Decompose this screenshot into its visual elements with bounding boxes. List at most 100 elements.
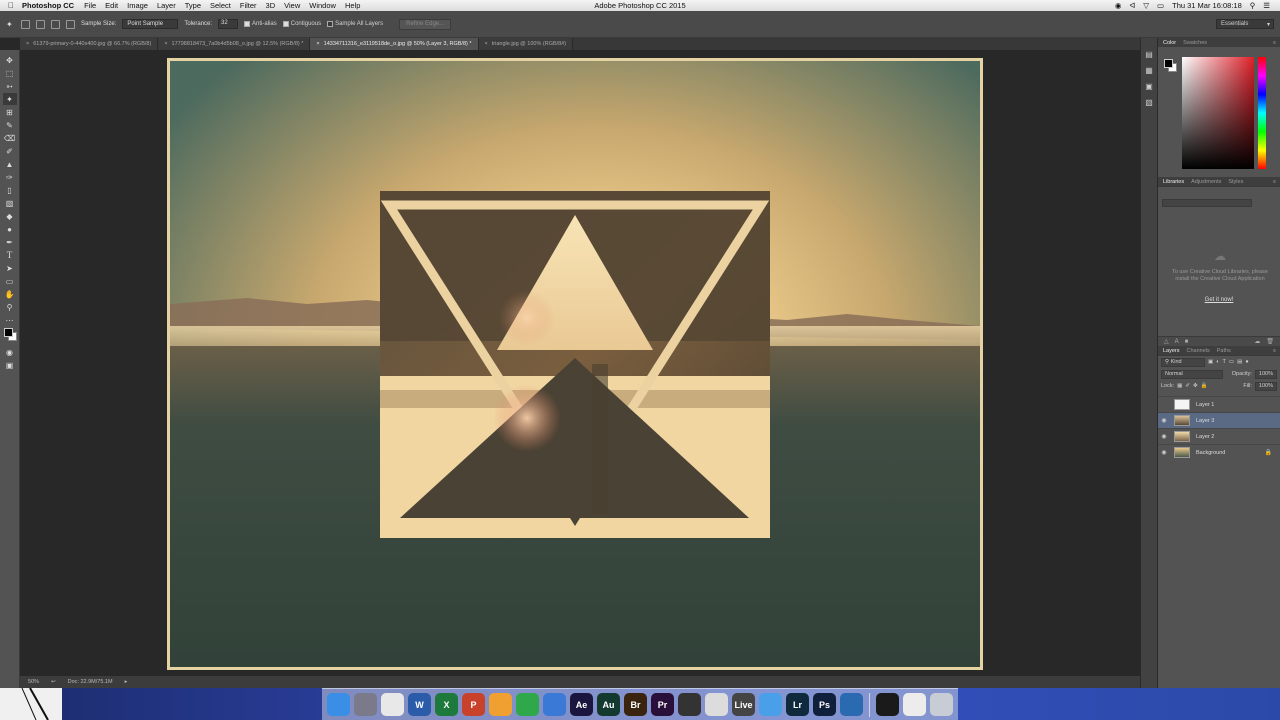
after-effects-icon[interactable]: Ae	[570, 693, 593, 716]
sample-size-select[interactable]: Point Sample	[122, 19, 179, 29]
blur-tool-icon[interactable]: ◆	[3, 210, 17, 222]
messenger-icon[interactable]	[759, 693, 782, 716]
tolerance-input[interactable]: 32	[218, 19, 239, 29]
intersect-selection-icon[interactable]	[66, 19, 75, 29]
menu-3d[interactable]: 3D	[266, 1, 276, 10]
adjust-icon[interactable]: ▧	[1144, 98, 1154, 108]
quick-mask-icon[interactable]: ◉	[3, 346, 17, 358]
app-menu[interactable]: Photoshop CC	[22, 1, 74, 10]
keynote-icon[interactable]	[543, 693, 566, 716]
status-arrow-icon[interactable]: ▸	[125, 679, 128, 685]
menubar-clock[interactable]: Thu 31 Mar 16:08:18	[1172, 1, 1242, 10]
menu-layer[interactable]: Layer	[157, 1, 176, 10]
photoshop-icon[interactable]: Ps	[813, 693, 836, 716]
menu-window[interactable]: Window	[309, 1, 336, 10]
panel-menu-icon[interactable]: ≡	[1273, 179, 1276, 185]
zoom-level[interactable]: 50%	[28, 679, 39, 685]
color-swatches[interactable]	[3, 327, 17, 345]
tab-swatches[interactable]: Swatches	[1183, 40, 1207, 46]
trash-icon[interactable]	[930, 693, 953, 716]
rectangle-tool-icon[interactable]: ▭	[3, 275, 17, 287]
history-brush-tool-icon[interactable]: ✑	[3, 171, 17, 183]
notification-center-icon[interactable]: ☰	[1263, 1, 1270, 10]
screen-mode-icon[interactable]: ▣	[3, 359, 17, 371]
lock-transparent-icon[interactable]: ▦	[1177, 383, 1182, 389]
move-tool-icon[interactable]: ✥	[3, 54, 17, 66]
document-canvas[interactable]	[167, 58, 983, 670]
delete-icon[interactable]: 🗑	[1266, 338, 1274, 345]
filter-kind-select[interactable]: ⚲ Kind	[1161, 357, 1205, 367]
refine-edge-button[interactable]: Refine Edge...	[399, 18, 452, 30]
menu-edit[interactable]: Edit	[105, 1, 118, 10]
add-graphic-icon[interactable]: △	[1164, 338, 1169, 345]
filter-shape-icon[interactable]: ▭	[1229, 359, 1234, 365]
live-icon[interactable]: Live	[732, 693, 755, 716]
tab-adjustments[interactable]: Adjustments	[1191, 179, 1221, 185]
eye-icon[interactable]: ◉	[1158, 433, 1170, 440]
finder-icon[interactable]	[327, 693, 350, 716]
dodge-tool-icon[interactable]: ●	[3, 223, 17, 235]
lock-move-icon[interactable]: ✥	[1193, 383, 1198, 389]
layer-name[interactable]: Layer 3	[1196, 418, 1214, 424]
filter-toggle-icon[interactable]: ●	[1245, 359, 1248, 365]
eye-icon[interactable]: ◉	[1158, 449, 1170, 456]
menu-image[interactable]: Image	[127, 1, 148, 10]
magic-wand-tool-icon[interactable]: ✦	[2, 93, 17, 105]
export-icon[interactable]: ↩	[51, 679, 56, 685]
more-tools-icon[interactable]: ⋯	[3, 314, 17, 326]
layer-row-layer-2[interactable]: ◉ Layer 2	[1158, 428, 1280, 444]
layer-row-layer-1[interactable]: Layer 1	[1158, 396, 1280, 412]
filter-type-icon[interactable]: T	[1223, 359, 1226, 365]
close-icon[interactable]: ×	[26, 41, 29, 47]
lock-all-icon[interactable]: 🔒	[1201, 383, 1208, 389]
history-icon[interactable]: ▤	[1144, 50, 1154, 60]
close-icon[interactable]: ×	[316, 41, 319, 47]
tab-doc-4[interactable]: × triangle.jpg @ 100% (RGB/8#)	[478, 38, 574, 50]
eye-icon[interactable]: ◉	[1158, 417, 1170, 424]
eyedropper-tool-icon[interactable]: ✎	[3, 119, 17, 131]
spotlight-icon[interactable]: ⚲	[1250, 1, 1256, 10]
filter-smart-icon[interactable]: ▤	[1237, 359, 1242, 365]
tab-styles[interactable]: Styles	[1228, 179, 1243, 185]
path-selection-tool-icon[interactable]: ➤	[3, 262, 17, 274]
quicktime-icon[interactable]	[840, 693, 863, 716]
foreground-color-icon[interactable]	[3, 328, 13, 337]
tab-doc-2[interactable]: × 17798818473_7a0b4d5b08_o.jpg @ 12.5% (R…	[158, 38, 311, 50]
zoom-tool-icon[interactable]: ⚲	[3, 301, 17, 313]
chrome-icon[interactable]	[381, 693, 404, 716]
add-selection-icon[interactable]	[36, 19, 45, 29]
tab-libraries[interactable]: Libraries	[1163, 179, 1184, 185]
apple-icon[interactable]: 	[0, 1, 22, 10]
premiere-icon[interactable]: Pr	[651, 693, 674, 716]
excel-icon[interactable]: X	[435, 693, 458, 716]
bridge-icon[interactable]: Br	[624, 693, 647, 716]
gradient-tool-icon[interactable]: ▧	[3, 197, 17, 209]
tab-channels[interactable]: Channels	[1187, 348, 1210, 354]
close-icon[interactable]: ×	[164, 41, 167, 47]
color-picker-field[interactable]	[1182, 57, 1254, 169]
hue-slider[interactable]	[1258, 57, 1266, 169]
info-icon[interactable]: ▣	[1144, 82, 1154, 92]
numbers-icon[interactable]	[516, 693, 539, 716]
layer-name[interactable]: Background	[1196, 450, 1225, 456]
crop-tool-icon[interactable]: ⊞	[3, 106, 17, 118]
filter-adjust-icon[interactable]: ◐	[1216, 359, 1219, 365]
type-tool-icon[interactable]: T	[3, 249, 17, 261]
menu-file[interactable]: File	[84, 1, 96, 10]
subtract-selection-icon[interactable]	[51, 19, 60, 29]
contiguous-checkbox[interactable]: Contiguous	[282, 21, 321, 27]
tab-doc-3[interactable]: × 14334711316_e3119518de_o.jpg @ 50% (Lay…	[310, 38, 479, 50]
tab-doc-1[interactable]: × 61379-primary-0-440x400.jpg @ 66.7% (RG…	[20, 38, 159, 50]
disk-utility-icon[interactable]	[705, 693, 728, 716]
menu-select[interactable]: Select	[210, 1, 231, 10]
tab-color[interactable]: Color	[1163, 40, 1176, 46]
foreground-color-icon[interactable]	[1164, 59, 1173, 68]
menu-help[interactable]: Help	[345, 1, 360, 10]
battery-icon[interactable]: ▭	[1157, 1, 1164, 10]
pages-icon[interactable]	[489, 693, 512, 716]
add-type-icon[interactable]: A	[1175, 339, 1179, 345]
new-selection-icon[interactable]	[21, 19, 30, 29]
word-icon[interactable]: W	[408, 693, 431, 716]
fill-input[interactable]: 100%	[1254, 381, 1277, 391]
properties-icon[interactable]: ▦	[1144, 66, 1154, 76]
